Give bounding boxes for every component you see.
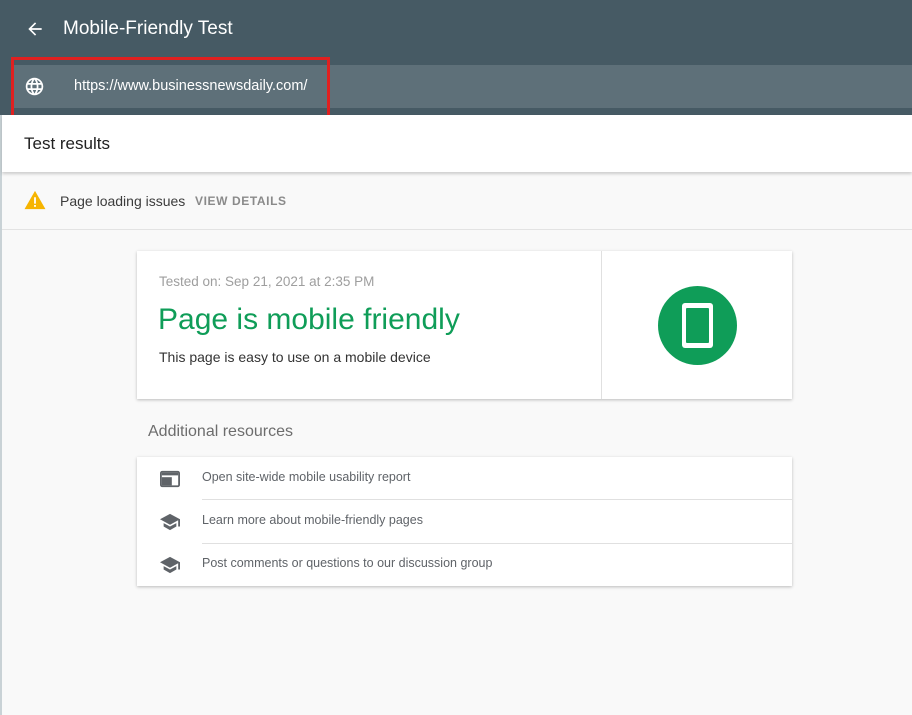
additional-resources-title: Additional resources xyxy=(148,423,293,440)
result-card: Tested on: Sep 21, 2021 at 2:35 PM Page … xyxy=(137,251,792,399)
card-divider xyxy=(601,251,602,399)
issues-bar: Page loading issues VIEW DETAILS xyxy=(2,172,912,230)
tested-on-text: Tested on: Sep 21, 2021 at 2:35 PM xyxy=(159,274,375,289)
app-bar: Mobile-Friendly Test https://www.busines… xyxy=(0,0,912,115)
results-header: Test results xyxy=(2,115,912,172)
warning-icon xyxy=(24,190,46,210)
verdict-heading: Page is mobile friendly xyxy=(158,303,460,336)
app-title: Mobile-Friendly Test xyxy=(63,18,233,39)
web-report-icon xyxy=(160,470,180,488)
arrow-back-icon xyxy=(28,22,42,36)
school-icon xyxy=(160,556,180,574)
resource-label[interactable]: Learn more about mobile-friendly pages xyxy=(202,513,423,527)
url-text[interactable]: https://www.businessnewsdaily.com/ xyxy=(74,77,307,95)
verdict-subtitle: This page is easy to use on a mobile dev… xyxy=(159,349,431,365)
mobile-status-badge xyxy=(658,286,737,365)
resource-item-usability-report[interactable]: Open site-wide mobile usability report xyxy=(137,457,792,500)
resource-label[interactable]: Post comments or questions to our discus… xyxy=(202,556,492,570)
resource-item-learn-more[interactable]: Learn more about mobile-friendly pages xyxy=(137,500,792,543)
smartphone-icon xyxy=(682,303,713,348)
view-details-link[interactable]: VIEW DETAILS xyxy=(195,194,287,208)
resource-label[interactable]: Open site-wide mobile usability report xyxy=(202,470,410,484)
globe-icon xyxy=(25,77,44,96)
results-title: Test results xyxy=(24,134,110,153)
resources-card: Open site-wide mobile usability report L… xyxy=(137,457,792,586)
issues-text: Page loading issues xyxy=(60,193,186,209)
url-bar[interactable]: https://www.businessnewsdaily.com/ xyxy=(12,65,912,108)
resource-item-discussion-group[interactable]: Post comments or questions to our discus… xyxy=(137,543,792,586)
back-button[interactable] xyxy=(22,16,48,42)
school-icon xyxy=(160,513,180,531)
